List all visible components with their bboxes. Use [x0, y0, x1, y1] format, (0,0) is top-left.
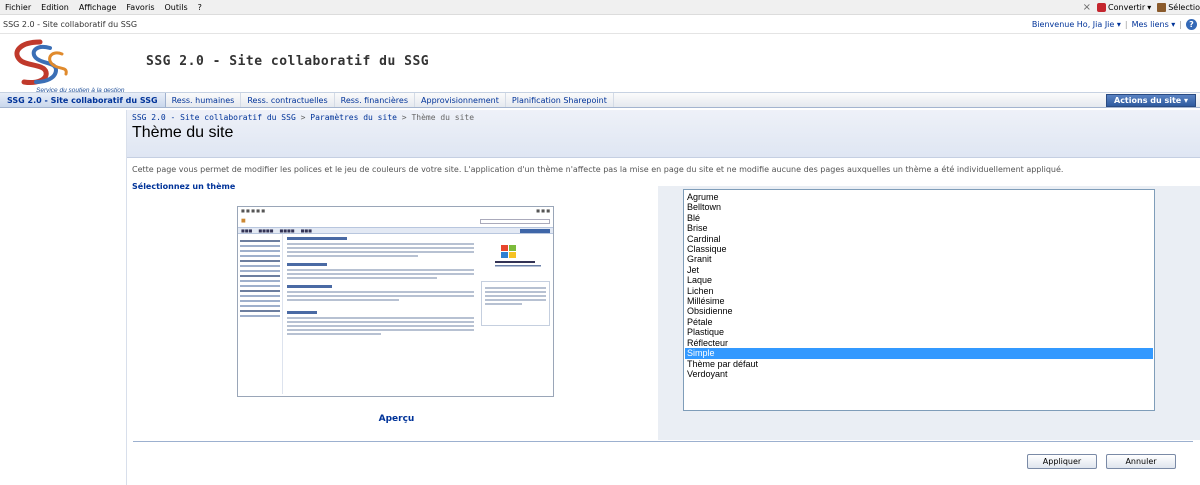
nav-item-planification-sharepoint[interactable]: Planification Sharepoint: [506, 93, 614, 107]
preview-label: Aperçu: [378, 414, 415, 424]
theme-option[interactable]: Belltown: [685, 202, 1153, 212]
global-site-link[interactable]: SSG 2.0 - Site collaboratif du SSG: [3, 20, 137, 29]
breadcrumb-current: Thème du site: [411, 113, 475, 122]
theme-option[interactable]: Brise: [685, 223, 1153, 233]
theme-option[interactable]: Pétale: [685, 317, 1153, 327]
convertir-button[interactable]: Convertir ▾: [1097, 3, 1151, 12]
top-navigation: SSG 2.0 - Site collaboratif du SSG Ress.…: [0, 92, 1200, 108]
theme-option[interactable]: Plastique: [685, 327, 1153, 337]
convertir-label: Convertir: [1108, 3, 1146, 12]
browser-toolbar-right: × Convertir ▾ Sélectio: [1083, 0, 1200, 15]
separator: |: [1124, 19, 1128, 29]
windows-logo-icon: [495, 245, 541, 267]
theme-option[interactable]: Millésime: [685, 296, 1153, 306]
breadcrumb-site-link[interactable]: SSG 2.0 - Site collaboratif du SSG: [132, 113, 296, 122]
pdf-icon: [1097, 3, 1107, 12]
preview-main: [283, 234, 478, 394]
user-area: Bienvenue Ho, Jia Jie ▾ | Mes liens ▾ | …: [1032, 18, 1197, 30]
cancel-button[interactable]: Annuler: [1106, 454, 1176, 469]
page-title: Thème du site: [132, 124, 234, 141]
menu-outils[interactable]: Outils: [160, 3, 193, 12]
theme-preview-image: ■ ■ ■ ■ ■ ■ ■ ■ ■ ■■■ ■■■■ ■■■■ ■■■: [237, 206, 554, 397]
site-title[interactable]: SSG 2.0 - Site collaboratif du SSG: [146, 54, 429, 69]
help-icon[interactable]: ?: [1186, 18, 1197, 30]
selection-button[interactable]: Sélectio: [1157, 3, 1200, 12]
separator: |: [1179, 19, 1182, 29]
theme-listbox[interactable]: Agrume Belltown Blé Brise Cardinal Classique G…: [683, 189, 1155, 411]
page-title-area: SSG 2.0 - Site collaboratif du SSG > Par…: [127, 110, 1200, 158]
preview-top-bar: ■ ■ ■ ■ ■ ■ ■ ■: [241, 208, 550, 213]
menu-favoris[interactable]: Favoris: [121, 3, 159, 12]
theme-option[interactable]: Lichen: [685, 286, 1153, 296]
theme-selector-panel: Agrume Belltown Blé Brise Cardinal Classique G…: [658, 186, 1200, 440]
breadcrumb-separator: >: [401, 113, 407, 122]
nav-item-ress-contractuelles[interactable]: Ress. contractuelles: [241, 93, 335, 107]
theme-option[interactable]: Thème par défaut: [685, 359, 1153, 369]
theme-option[interactable]: Simple: [685, 348, 1153, 359]
site-header: Service du soutien à la gestion SSG 2.0 …: [0, 34, 1200, 94]
preview-nav: ■■■ ■■■■ ■■■■ ■■■: [238, 227, 553, 234]
theme-option[interactable]: Laque: [685, 275, 1153, 285]
sharepoint-global-bar: SSG 2.0 - Site collaboratif du SSG Bienv…: [0, 15, 1200, 34]
preview-quicklaunch: [238, 234, 283, 394]
theme-option[interactable]: Agrume: [685, 192, 1153, 202]
nav-home-tab[interactable]: SSG 2.0 - Site collaboratif du SSG: [0, 93, 166, 107]
close-toolbar-button[interactable]: ×: [1083, 2, 1091, 13]
breadcrumb-separator: >: [300, 113, 306, 122]
nav-item-approvisionnement[interactable]: Approvisionnement: [415, 93, 506, 107]
selection-label: Sélectio: [1168, 3, 1200, 12]
theme-option[interactable]: Cardinal: [685, 234, 1153, 244]
theme-option[interactable]: Réflecteur: [685, 338, 1153, 348]
my-links-menu[interactable]: Mes liens ▾: [1132, 20, 1176, 29]
nav-item-ress-humaines[interactable]: Ress. humaines: [166, 93, 242, 107]
left-navigation: [0, 110, 127, 485]
breadcrumb-params-link[interactable]: Paramètres du site: [310, 113, 397, 122]
nav-item-ress-financieres[interactable]: Ress. financières: [335, 93, 416, 107]
apply-button[interactable]: Appliquer: [1027, 454, 1097, 469]
theme-option[interactable]: Classique: [685, 244, 1153, 254]
selection-icon: [1157, 3, 1167, 12]
theme-preview-area: ■ ■ ■ ■ ■ ■ ■ ■ ■ ■■■ ■■■■ ■■■■ ■■■ Aper…: [135, 190, 658, 438]
chevron-down-icon: ▾: [1147, 3, 1152, 12]
menu-affichage[interactable]: Affichage: [74, 3, 122, 12]
theme-option[interactable]: Verdoyant: [685, 369, 1153, 379]
theme-option[interactable]: Blé: [685, 213, 1153, 223]
ssg-logo[interactable]: Service du soutien à la gestion: [6, 38, 142, 94]
site-actions-button[interactable]: Actions du site ▾: [1106, 94, 1196, 107]
theme-option[interactable]: Jet: [685, 265, 1153, 275]
preview-sidebar: [478, 234, 553, 394]
menu-help[interactable]: ?: [193, 3, 207, 12]
menu-edition[interactable]: Edition: [36, 3, 74, 12]
preview-body: [238, 234, 553, 394]
theme-option[interactable]: Granit: [685, 254, 1153, 264]
theme-option[interactable]: Obsidienne: [685, 306, 1153, 316]
divider: [133, 441, 1193, 442]
breadcrumb: SSG 2.0 - Site collaboratif du SSG > Par…: [132, 113, 1195, 122]
preview-header: ■: [238, 215, 553, 227]
welcome-menu[interactable]: Bienvenue Ho, Jia Jie ▾: [1032, 20, 1121, 29]
main-content: SSG 2.0 - Site collaboratif du SSG > Par…: [127, 110, 1200, 485]
page-description: Cette page vous permet de modifier les p…: [132, 165, 1064, 174]
menu-fichier[interactable]: Fichier: [0, 3, 36, 12]
browser-menubar: Fichier Edition Affichage Favoris Outils…: [0, 0, 1200, 15]
